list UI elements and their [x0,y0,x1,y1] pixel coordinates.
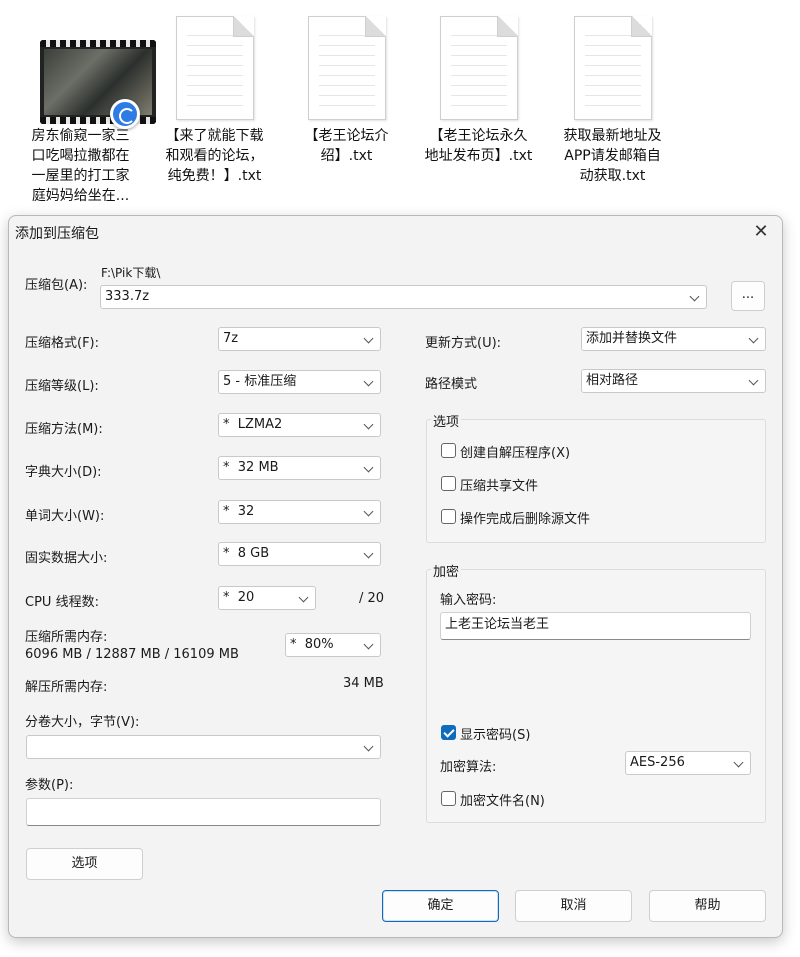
pathmode-select[interactable]: 相对路径 [581,369,766,393]
volume-select[interactable] [26,735,381,759]
archive-name-value: 333.7z [105,289,150,304]
desktop-file-video[interactable]: 房东偷窥一家三 口吃喝拉撒都在 一屋里的打工家 庭妈妈给坐在... [18,14,156,206]
update-label: 更新方式(U): [425,336,502,351]
level-select[interactable]: 5 - 标准压缩 [218,370,381,394]
password-label: 输入密码: [440,593,497,608]
chevron-down-icon [363,639,374,650]
sfx-checkbox[interactable] [441,443,456,458]
encrypt-names-label[interactable]: 加密文件名(N) [460,790,545,809]
level-value: 5 - 标准压缩 [223,374,297,389]
threads-value: * 20 [223,590,255,605]
sfx-label[interactable]: 创建自解压程序(X) [460,442,570,461]
browse-button[interactable]: ... [731,281,765,311]
chevron-down-icon [363,462,374,473]
dict-select[interactable]: * 32 MB [218,456,381,480]
chevron-down-icon [363,506,374,517]
shared-checkbox[interactable] [441,476,456,491]
video-thumbnail [18,14,156,129]
pathmode-label: 路径模式 [425,377,478,392]
show-password-label[interactable]: 显示密码(S) [460,724,530,743]
file-name: 房东偷窥一家三 口吃喝拉撒都在 一屋里的打工家 庭妈妈给坐在... [31,128,130,204]
file-name: 【老王论坛永久 地址发布页】.txt [424,128,533,164]
mem-percent-select[interactable]: * 80% [285,633,381,657]
chevron-down-icon [733,757,744,768]
encryption-group-title: 加密 [431,561,462,580]
text-file-icon [574,16,652,120]
file-name: 获取最新地址及 APP请发邮箱自 动获取.txt [563,128,662,184]
format-value: 7z [223,331,239,346]
threads-label: CPU 线程数: [25,595,99,610]
threads-total: / 20 [359,591,385,606]
update-select[interactable]: 添加并替换文件 [581,327,766,351]
password-input[interactable]: 上老王论坛当老王 [440,612,751,640]
chevron-down-icon [363,548,374,559]
close-icon[interactable]: ✕ [750,221,772,243]
dialog-title: 添加到压缩包 [15,226,99,242]
pathmode-value: 相对路径 [586,373,639,388]
desktop-file-txt[interactable]: 获取最新地址及 APP请发邮箱自 动获取.txt [550,14,675,186]
chevron-down-icon [689,291,700,302]
volume-label: 分卷大小，字节(V): [25,715,140,730]
delete-after-checkbox[interactable] [441,509,456,524]
desktop-file-txt[interactable]: 【老王论坛永久 地址发布页】.txt [416,14,541,166]
archive-name-combo[interactable]: 333.7z [100,285,707,309]
method-select[interactable]: * LZMA2 [218,413,381,437]
cancel-button[interactable]: 取消 [515,890,632,922]
chevron-down-icon [748,375,759,386]
encryption-method-value: AES-256 [630,755,685,770]
encryption-method-select[interactable]: AES-256 [625,751,751,775]
title-bar[interactable]: 添加到压缩包 ✕ [9,216,782,248]
encrypt-names-checkbox[interactable] [441,791,456,806]
text-file-icon [440,16,518,120]
solid-select[interactable]: * 8 GB [218,542,381,566]
options-group-title: 选项 [431,411,462,430]
params-label: 参数(P): [25,778,74,793]
mem-decomp-label: 解压所需内存: [25,680,108,695]
chevron-down-icon [363,741,374,752]
chevron-down-icon [363,376,374,387]
chevron-down-icon [363,419,374,430]
text-file-icon [176,16,254,120]
ok-button[interactable]: 确定 [382,890,499,922]
encryption-method-label: 加密算法: [440,760,497,775]
method-label: 压缩方法(M): [25,422,103,437]
show-password-checkbox[interactable] [441,725,456,740]
chevron-down-icon [298,592,309,603]
chevron-down-icon [363,333,374,344]
help-button[interactable]: 帮助 [649,890,766,922]
player-badge-icon [110,99,140,129]
format-select[interactable]: 7z [218,327,381,351]
solid-value: * 8 GB [223,546,270,561]
chevron-down-icon [748,333,759,344]
mem-decomp-value: 34 MB [343,676,384,691]
solid-label: 固实数据大小: [25,551,108,566]
options-button[interactable]: 选项 [26,848,143,880]
desktop-file-txt[interactable]: 【老王论坛介 绍】.txt [284,14,409,166]
level-label: 压缩等级(L): [25,379,99,394]
update-value: 添加并替换文件 [586,331,678,346]
shared-label[interactable]: 压缩共享文件 [460,475,538,494]
format-label: 压缩格式(F): [25,336,100,351]
params-input[interactable] [26,798,381,826]
archive-label: 压缩包(A): [25,278,88,293]
add-to-archive-dialog: 添加到压缩包 ✕ 压缩包(A): F:\Pik下载\ 333.7z ... 压缩… [8,215,783,938]
archive-path: F:\Pik下载\ [101,266,161,280]
desktop-file-txt[interactable]: 【来了就能下载 和观看的论坛， 纯免费！】.txt [152,14,277,186]
text-file-icon [308,16,386,120]
dict-label: 字典大小(D): [25,465,102,480]
threads-select[interactable]: * 20 [218,586,316,610]
method-value: * LZMA2 [223,417,283,432]
mem-percent-value: * 80% [290,637,334,652]
file-name: 【老王论坛介 绍】.txt [304,128,389,164]
delete-after-label[interactable]: 操作完成后删除源文件 [460,508,590,527]
word-select[interactable]: * 32 [218,500,381,524]
word-value: * 32 [223,504,255,519]
dict-value: * 32 MB [223,460,279,475]
file-name: 【来了就能下载 和观看的论坛， 纯免费！】.txt [165,128,264,184]
mem-comp-detail: 6096 MB / 12887 MB / 16109 MB [25,647,239,662]
mem-comp-label: 压缩所需内存: [25,630,108,645]
word-label: 单词大小(W): [25,509,105,524]
